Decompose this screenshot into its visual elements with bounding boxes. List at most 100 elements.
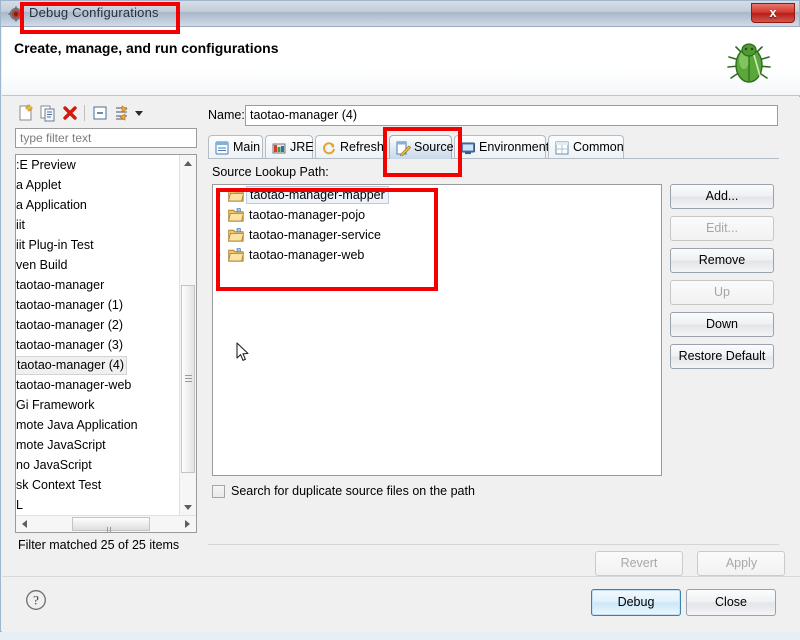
configuration-tree-item[interactable]: Gi Framework	[16, 395, 179, 415]
window-title: Debug Configurations	[29, 5, 159, 20]
configuration-tree-item[interactable]: iit Plug-in Test	[16, 235, 179, 255]
filter-status-text: Filter matched 25 of 25 items	[18, 538, 180, 552]
configuration-tree-item[interactable]: :E Preview	[16, 155, 179, 175]
revert-button[interactable]: Revert	[595, 551, 683, 576]
configuration-tree-item-label: a Application	[16, 198, 87, 212]
new-configuration-icon[interactable]	[16, 103, 36, 123]
configuration-tree-item-label: taotao-manager (4)	[16, 356, 128, 375]
dialog-header: Create, manage, and run configurations	[2, 27, 800, 96]
delete-configuration-icon[interactable]	[60, 103, 80, 123]
apply-button[interactable]: Apply	[697, 551, 786, 576]
tab-environment[interactable]: Environment	[454, 135, 549, 159]
expand-triangle-icon[interactable]	[217, 232, 221, 238]
scroll-grip-icon	[185, 375, 192, 383]
scroll-left-arrow-icon[interactable]	[16, 516, 33, 532]
source-lookup-path-list[interactable]: taotao-manager-mapper taotao-manager-pojo…	[212, 184, 662, 476]
green-bug-icon	[720, 33, 778, 91]
debug-button[interactable]: Debug	[591, 589, 681, 616]
configuration-tree-item[interactable]: taotao-manager-web	[16, 375, 179, 395]
tab-source[interactable]: Source	[389, 135, 454, 159]
source-path-entry[interactable]: taotao-manager-mapper	[213, 185, 661, 205]
name-label: Name:	[208, 108, 245, 122]
configuration-tree-item[interactable]: taotao-manager (1)	[16, 295, 179, 315]
search-duplicates-checkbox[interactable]	[212, 485, 225, 498]
configuration-tree-item[interactable]: mote JavaScript	[16, 435, 179, 455]
source-path-actions: Add... Edit... Remove Up Down Restore Default	[670, 184, 778, 376]
source-path-entry[interactable]: taotao-manager-pojo	[213, 205, 661, 225]
configuration-tree-item-label: taotao-manager (2)	[16, 318, 124, 332]
tab-bar: Main JRE Refresh Source Environment Common	[208, 135, 779, 159]
project-folder-icon	[228, 188, 244, 202]
window-titlebar: Debug Configurations x	[1, 1, 799, 27]
configuration-tree-item[interactable]: mote Java Application	[16, 415, 179, 435]
search-duplicates-checkbox-row[interactable]: Search for duplicate source files on the…	[212, 484, 475, 499]
configuration-tree-item-label: taotao-manager (3)	[16, 338, 124, 352]
configuration-tree-item-label: taotao-manager-web	[16, 378, 132, 392]
configuration-tree-item-label: taotao-manager (1)	[16, 298, 124, 312]
project-folder-icon	[228, 248, 244, 262]
configuration-tree-item-label: :E Preview	[16, 158, 76, 172]
close-button[interactable]: Close	[686, 589, 776, 616]
add-button[interactable]: Add...	[670, 184, 774, 209]
configuration-tree-item[interactable]: L	[16, 495, 179, 515]
duplicate-configuration-icon[interactable]	[38, 103, 58, 123]
tab-label: Main	[233, 140, 261, 154]
scroll-grip-icon	[107, 521, 115, 532]
source-tab-panel: Source Lookup Path: taotao-manager-mappe…	[208, 159, 779, 539]
tree-horizontal-scroll-thumb[interactable]	[72, 517, 150, 532]
configuration-tree-item[interactable]: ven Build	[16, 255, 179, 275]
environment-tab-icon	[460, 140, 476, 156]
tab-jre[interactable]: JRE	[265, 135, 314, 159]
svg-text:?: ?	[33, 593, 39, 608]
edit-button: Edit...	[670, 216, 774, 241]
window-close-button[interactable]: x	[751, 3, 795, 23]
configuration-tree-item-label: ven Build	[16, 258, 68, 272]
chevron-down-icon[interactable]	[132, 103, 146, 123]
expand-triangle-icon[interactable]	[217, 192, 221, 198]
tab-main[interactable]: Main	[208, 135, 263, 159]
configuration-tree-item[interactable]: iit	[16, 215, 179, 235]
down-button[interactable]: Down	[670, 312, 774, 337]
mouse-pointer	[236, 342, 250, 363]
tab-label: Common	[573, 140, 624, 154]
source-path-entry-label: taotao-manager-pojo	[249, 208, 366, 222]
remove-button[interactable]: Remove	[670, 248, 774, 273]
configuration-tree-item[interactable]: taotao-manager (3)	[16, 335, 179, 355]
source-path-entry[interactable]: taotao-manager-web	[213, 245, 661, 265]
configuration-tree-item[interactable]: sk Context Test	[16, 475, 179, 495]
refresh-tab-icon	[321, 140, 337, 156]
tree-vertical-scrollbar[interactable]	[179, 155, 196, 516]
configurations-tree[interactable]: :E Preview a Applet a Application iit iit Pl…	[15, 154, 197, 533]
configuration-tree-item[interactable]: a Applet	[16, 175, 179, 195]
tab-refresh[interactable]: Refresh	[315, 135, 387, 159]
configuration-tree-item[interactable]: taotao-manager (2)	[16, 315, 179, 335]
expand-triangle-icon[interactable]	[217, 252, 221, 258]
scroll-down-arrow-icon[interactable]	[180, 499, 196, 516]
configurations-tree-list: :E Preview a Applet a Application iit iit Pl…	[16, 155, 179, 516]
source-path-entry[interactable]: taotao-manager-service	[213, 225, 661, 245]
help-question-icon[interactable]: ?	[25, 589, 47, 611]
scroll-up-arrow-icon[interactable]	[180, 155, 196, 172]
tree-vertical-scroll-thumb[interactable]	[181, 285, 195, 473]
page-title: Create, manage, and run configurations	[14, 40, 279, 56]
configuration-tree-item-label: Gi Framework	[16, 398, 95, 412]
toolbar-separator	[84, 105, 85, 121]
configuration-tree-item[interactable]: taotao-manager (4)	[16, 355, 179, 375]
dialog-footer: ? Debug Close	[2, 576, 800, 632]
restore-default-button[interactable]: Restore Default	[670, 344, 774, 369]
source-path-entry-label: taotao-manager-service	[249, 228, 382, 242]
configuration-tree-item[interactable]: a Application	[16, 195, 179, 215]
configuration-name-input[interactable]: taotao-manager (4)	[245, 105, 778, 126]
tree-horizontal-scrollbar[interactable]	[16, 515, 196, 532]
filter-configurations-icon[interactable]	[112, 103, 132, 123]
configuration-tree-item[interactable]: no JavaScript	[16, 455, 179, 475]
configuration-tree-item[interactable]: taotao-manager	[16, 275, 179, 295]
project-folder-icon	[228, 208, 244, 222]
scroll-right-arrow-icon[interactable]	[179, 516, 196, 532]
tab-common[interactable]: Common	[548, 135, 624, 159]
screenshot-root: Debug Configurations x Create, manage, a…	[0, 0, 800, 640]
search-input[interactable]: type filter text	[15, 128, 197, 148]
configurations-panel: type filter text :E Preview a Applet a App…	[14, 101, 199, 568]
collapse-all-icon[interactable]	[90, 103, 110, 123]
expand-triangle-icon[interactable]	[217, 212, 221, 218]
